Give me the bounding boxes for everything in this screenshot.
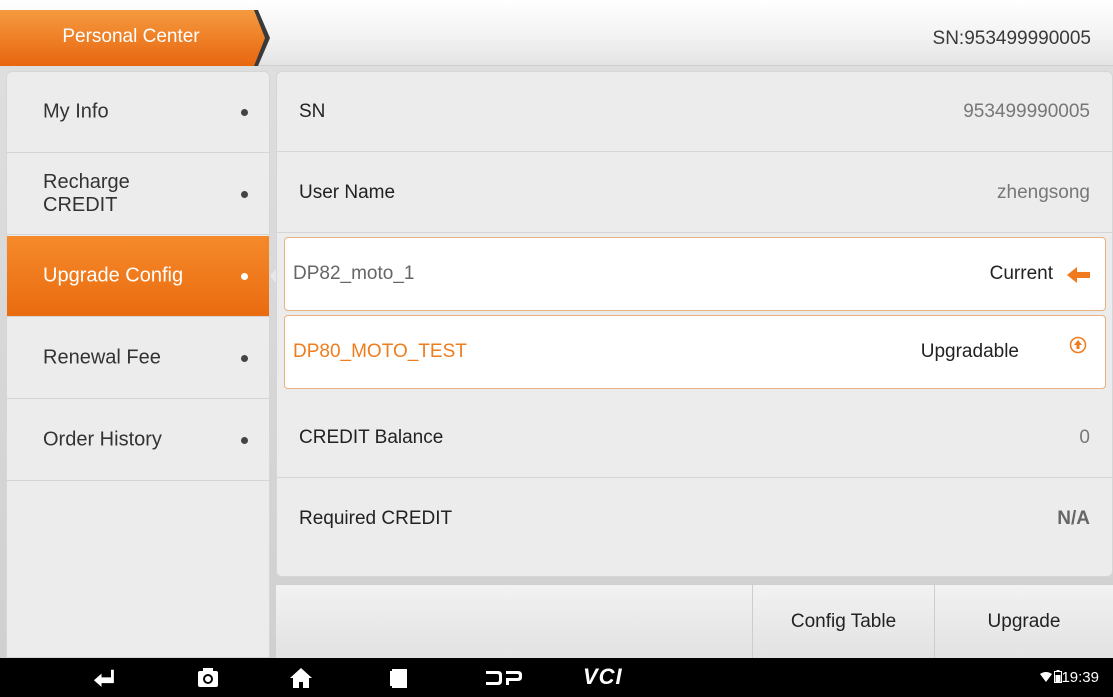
required-credit-row: Required CREDIT N/A: [277, 479, 1112, 559]
config-name: DP82_moto_1: [293, 263, 415, 284]
sn-row: SN 953499990005: [277, 72, 1112, 152]
sidebar: My Info Recharge CREDIT Upgrade Config R…: [6, 71, 278, 658]
sidebar-item-label: Upgrade Config: [43, 264, 184, 287]
config-row-current[interactable]: DP82_moto_1 Current: [284, 237, 1106, 311]
config-status: Upgradable: [920, 341, 1019, 362]
sidebar-item-my-info[interactable]: My Info: [7, 72, 269, 153]
status-clock: 19:39: [1061, 669, 1099, 686]
sidebar-item-label: My Info: [43, 100, 109, 123]
camera-icon[interactable]: [196, 666, 220, 690]
dp-logo-icon[interactable]: [484, 668, 524, 688]
sidebar-item-order-history[interactable]: Order History: [7, 400, 269, 481]
config-name: DP80_MOTO_TEST: [293, 341, 467, 362]
sidebar-item-label: Recharge CREDIT: [43, 171, 130, 216]
arrow-left-icon: [1067, 267, 1090, 283]
credit-balance-value: 0: [1079, 426, 1090, 448]
recent-apps-icon[interactable]: [387, 666, 411, 690]
back-icon[interactable]: [92, 666, 116, 690]
bullet-dot-icon: [241, 273, 248, 280]
credit-balance-label: CREDIT Balance: [299, 426, 444, 448]
personal-center-tab[interactable]: Personal Center: [0, 10, 272, 66]
bullet-dot-icon: [241, 355, 248, 362]
config-table-button[interactable]: Config Table: [752, 585, 934, 659]
sidebar-item-renewal-fee[interactable]: Renewal Fee: [7, 318, 269, 399]
header-bar: Personal Center SN:953499990005: [0, 0, 1113, 66]
bottom-toolbar: Config Table Upgrade: [276, 584, 1113, 659]
serial-number: SN:953499990005: [932, 28, 1091, 49]
required-credit-value: N/A: [1057, 508, 1090, 529]
home-icon[interactable]: [289, 666, 313, 690]
bullet-dot-icon: [241, 109, 248, 116]
sn-value: 953499990005: [963, 100, 1090, 122]
user-name-row: User Name zhengsong: [277, 153, 1112, 233]
sidebar-item-label: Order History: [43, 428, 162, 451]
upgrade-circle-icon[interactable]: [1069, 336, 1087, 354]
config-status: Current: [989, 263, 1053, 284]
bullet-dot-icon: [241, 191, 248, 198]
sidebar-item-label: Renewal Fee: [43, 346, 161, 369]
upgrade-button[interactable]: Upgrade: [934, 585, 1113, 659]
vci-label[interactable]: VCI: [583, 664, 623, 690]
config-row-upgradable[interactable]: DP80_MOTO_TEST Upgradable: [284, 315, 1106, 389]
tab-label: Personal Center: [62, 26, 200, 47]
system-nav-bar: VCI 19:39: [0, 658, 1113, 697]
credit-balance-row: CREDIT Balance 0: [277, 398, 1112, 478]
bullet-dot-icon: [241, 437, 248, 444]
sn-label: SN: [299, 100, 326, 122]
required-credit-label: Required CREDIT: [299, 508, 453, 529]
sidebar-item-upgrade-config[interactable]: Upgrade Config: [7, 236, 278, 317]
user-name-label: User Name: [299, 181, 396, 203]
sidebar-item-recharge-credit[interactable]: Recharge CREDIT: [7, 154, 269, 235]
user-name-value: zhengsong: [997, 181, 1090, 203]
wifi-icon: [1040, 672, 1052, 682]
